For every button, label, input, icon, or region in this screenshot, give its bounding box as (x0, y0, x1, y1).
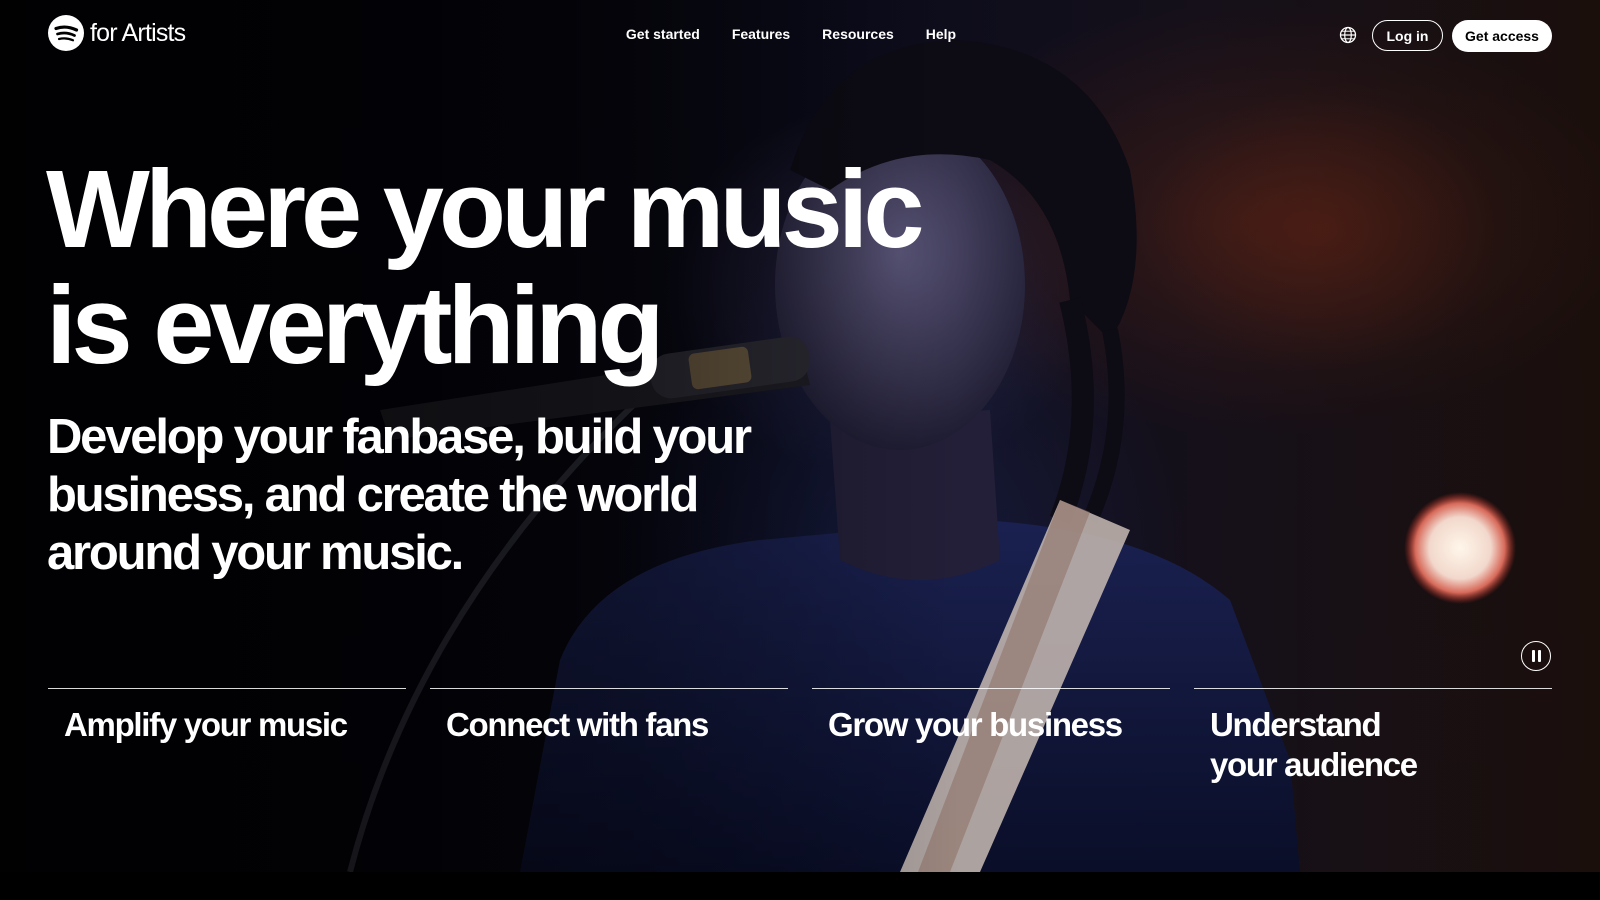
globe-icon[interactable] (1339, 26, 1357, 44)
pause-icon (1531, 650, 1535, 662)
feature-tab-understand[interactable]: Understand your audience (1194, 688, 1552, 785)
feature-title: Connect with fans (446, 706, 709, 743)
get-access-button[interactable]: Get access (1452, 20, 1552, 52)
nav-help[interactable]: Help (926, 26, 956, 42)
site-header: for Artists Get started Features Resourc… (0, 0, 1600, 72)
feature-title: Amplify your music (64, 706, 348, 743)
hero-headline: Where your music is everything (46, 148, 925, 387)
feature-tab-connect[interactable]: Connect with fans (430, 688, 788, 785)
hero-headline-line-1: Where your music (46, 148, 925, 271)
nav-get-started[interactable]: Get started (626, 26, 700, 42)
main-nav: Get started Features Resources Help (0, 26, 1600, 42)
feature-tabs: Amplify your music Connect with fans Gro… (48, 688, 1552, 785)
pause-icon-bar (1537, 650, 1541, 662)
login-button[interactable]: Log in (1372, 20, 1443, 51)
nav-features[interactable]: Features (732, 26, 790, 42)
feature-title-line-2: your audience (1210, 746, 1418, 783)
hero-subheading: Develop your fanbase, build your busines… (47, 410, 752, 580)
hero-headline-line-2: is everything (46, 264, 665, 387)
feature-title: Grow your business (828, 706, 1123, 743)
feature-tab-grow[interactable]: Grow your business (812, 688, 1170, 785)
pause-video-button[interactable] (1521, 641, 1551, 671)
page-bottom-strip (0, 872, 1600, 900)
nav-resources[interactable]: Resources (822, 26, 894, 42)
feature-tab-amplify[interactable]: Amplify your music (48, 688, 406, 785)
feature-title: Understand (1210, 706, 1382, 743)
